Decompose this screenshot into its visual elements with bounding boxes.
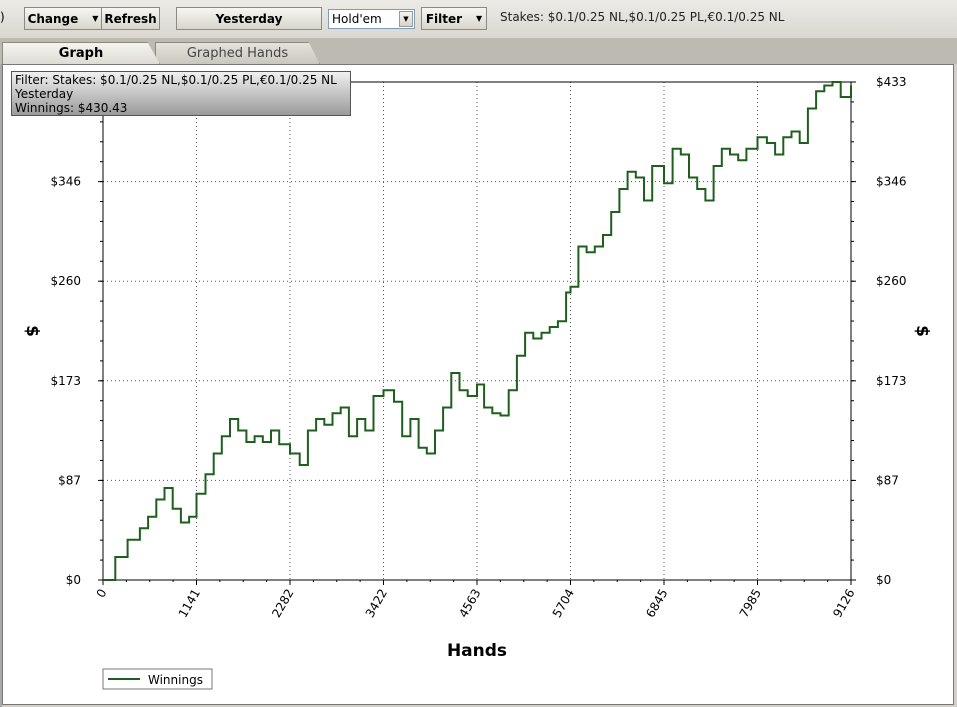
x-axis-label: Hands xyxy=(447,641,507,661)
y-tick-label-right: $433 xyxy=(876,75,907,89)
y-tick-label-left: $0 xyxy=(66,573,81,587)
y-tick-label-right: $346 xyxy=(876,175,907,189)
x-tick-label: 3422 xyxy=(363,587,390,620)
y-tick-labels: $0$0$87$87$173$173$260$260$346$346$433$4… xyxy=(50,75,906,587)
y-tick-label-left: $346 xyxy=(50,175,81,189)
x-tick-label: 4563 xyxy=(456,587,483,620)
info-filter-line: Filter: Stakes: $0.1/0.25 NL,$0.1/0.25 P… xyxy=(15,73,337,87)
chart-legend: Winnings xyxy=(102,668,213,690)
legend-item-winnings: Winnings xyxy=(148,673,203,687)
x-tick-label: 1141 xyxy=(176,587,203,620)
info-winnings-line: Winnings: $430.43 xyxy=(15,101,128,115)
x-tick-label: 0 xyxy=(94,587,110,601)
y-tick-label-right: $0 xyxy=(876,573,891,587)
y-tick-label-right: $260 xyxy=(876,274,907,288)
x-tick-label: 9126 xyxy=(830,587,857,620)
y-tick-label-left: $173 xyxy=(50,374,81,388)
y-tick-label-left: $87 xyxy=(58,473,81,487)
x-tick-label: 6845 xyxy=(643,587,670,620)
info-period-line: Yesterday xyxy=(15,87,74,101)
x-tick-label: 5704 xyxy=(550,587,577,620)
x-tick-label: 7985 xyxy=(737,587,764,620)
y-axis-label-left: $ xyxy=(22,325,42,337)
x-tick-label: 2282 xyxy=(269,587,296,620)
y-tick-label-left: $260 xyxy=(50,274,81,288)
y-axis-label-right: $ xyxy=(912,325,932,337)
y-tick-label-right: $173 xyxy=(876,374,907,388)
y-tick-label-right: $87 xyxy=(876,473,899,487)
chart-ticks xyxy=(98,81,856,585)
x-tick-labels: 0 1141 2282 3422 4563 5704 6845 7985 9126 xyxy=(94,587,858,620)
filter-info-box: Filter: Stakes: $0.1/0.25 NL,$0.1/0.25 P… xyxy=(11,71,351,116)
